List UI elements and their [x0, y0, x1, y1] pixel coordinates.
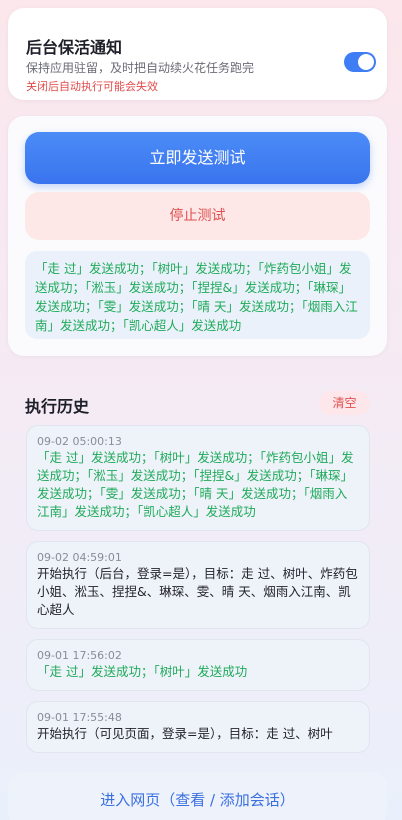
keepalive-warning: 关闭后自动执行可能会失效: [26, 80, 158, 93]
keepalive-description: 保持应用驻留，及时把自动续火花任务跑完: [26, 61, 255, 75]
clear-history-button[interactable]: 清空: [319, 391, 370, 415]
history-text: 「走 过」发送成功；「树叶」发送成功；「炸药包小姐」发送成功；「淞玉」发送成功；…: [37, 450, 354, 519]
test-card: 立即发送测试 停止测试 「走 过」发送成功；「树叶」发送成功；「炸药包小姐」发送…: [8, 116, 387, 356]
keepalive-toggle[interactable]: [344, 52, 376, 72]
send-test-button[interactable]: 立即发送测试: [25, 132, 370, 184]
history-title: 执行历史: [25, 397, 90, 416]
history-item: 09-01 17:55:48 开始执行（可见页面，登录=是），目标：走 过、树叶: [26, 701, 370, 753]
history-text: 开始执行（后台，登录=是），目标：走 过、树叶、炸药包小姐、淞玉、捏捏&、琳琛、…: [37, 566, 358, 617]
open-web-button[interactable]: 进入网页（查看 / 添加会话）: [8, 772, 387, 820]
history-item: 09-02 04:59:01 开始执行（后台，登录=是），目标：走 过、树叶、炸…: [26, 541, 370, 629]
history-time: 09-01 17:56:02: [37, 649, 122, 662]
toggle-knob: [358, 54, 374, 70]
history-time: 09-02 05:00:13: [37, 435, 122, 448]
stop-test-button[interactable]: 停止测试: [25, 192, 370, 240]
keepalive-card: 后台保活通知 保持应用驻留，及时把自动续火花任务跑完 关闭后自动执行可能会失效: [8, 8, 387, 100]
history-item: 09-01 17:56:02 「走 过」发送成功；「树叶」发送成功: [26, 639, 370, 691]
history-item: 09-02 05:00:13 「走 过」发送成功；「树叶」发送成功；「炸药包小姐…: [26, 425, 370, 531]
status-log: 「走 过」发送成功；「树叶」发送成功；「炸药包小姐」发送成功；「淞玉」发送成功；…: [25, 251, 370, 339]
history-list: 09-02 05:00:13 「走 过」发送成功；「树叶」发送成功；「炸药包小姐…: [26, 425, 370, 763]
history-time: 09-02 04:59:01: [37, 551, 122, 564]
history-time: 09-01 17:55:48: [37, 711, 122, 724]
history-text: 开始执行（可见页面，登录=是），目标：走 过、树叶: [37, 726, 333, 741]
keepalive-title: 后台保活通知: [26, 38, 123, 57]
history-text: 「走 过」发送成功；「树叶」发送成功: [37, 664, 248, 679]
